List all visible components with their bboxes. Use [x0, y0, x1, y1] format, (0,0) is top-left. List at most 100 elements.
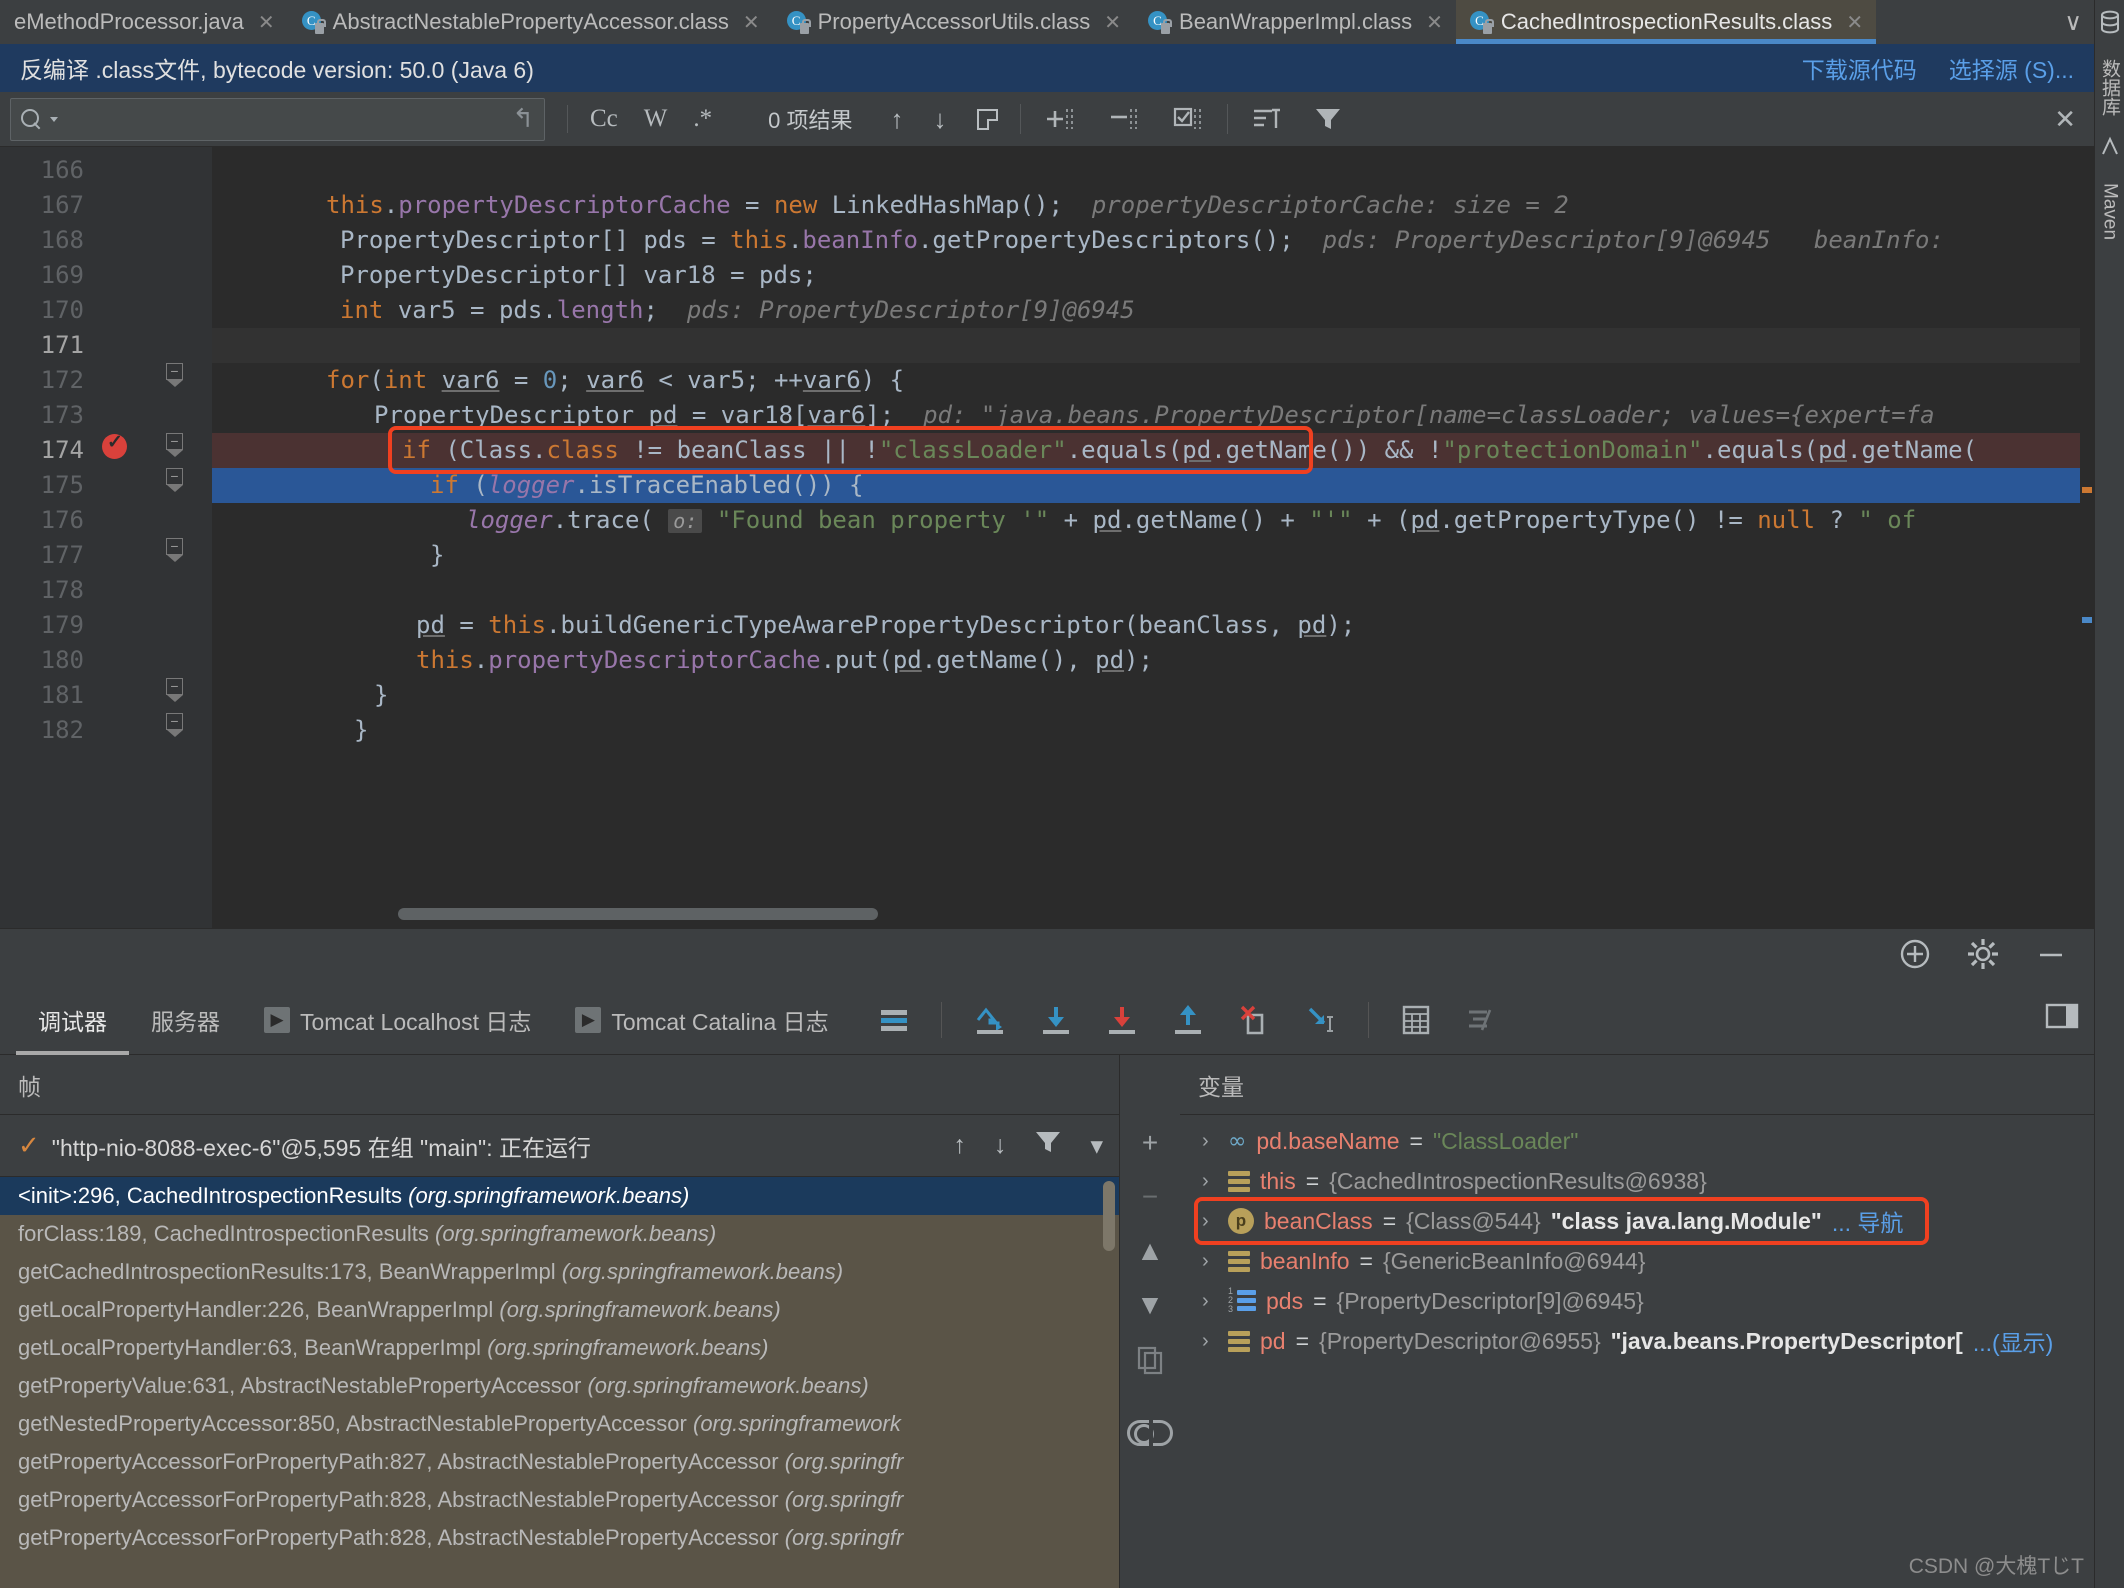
force-step-into-icon[interactable]	[1104, 1003, 1140, 1037]
whole-words-toggle[interactable]: W	[644, 105, 668, 133]
find-next-icon[interactable]: ↓	[934, 104, 947, 135]
sidebar-item-database[interactable]: 数据库	[2096, 59, 2123, 116]
step-over-icon[interactable]	[972, 1003, 1008, 1037]
move-down-icon[interactable]: ▼	[1136, 1291, 1164, 1319]
preserve-case-icon[interactable]	[1250, 104, 1282, 134]
variable-row-pd[interactable]: › pd = {PropertyDescriptor@6955} "java.b…	[1180, 1321, 2094, 1361]
frame-row[interactable]: <init>:296, CachedIntrospectionResults (…	[0, 1177, 1119, 1215]
copy-icon[interactable]	[1136, 1345, 1164, 1380]
database-tool-icon[interactable]	[2099, 10, 2121, 39]
remove-selection-icon[interactable]	[1107, 103, 1141, 135]
download-sources-link[interactable]: 下载源代码	[1802, 51, 1917, 85]
show-execution-point-icon[interactable]	[877, 1005, 911, 1035]
step-out-icon[interactable]	[1170, 1003, 1206, 1037]
chevron-right-icon[interactable]: ›	[1202, 1210, 1218, 1233]
show-value-link[interactable]: ...(显示)	[1973, 1324, 2054, 1358]
variable-row-pd-baseName[interactable]: › ∞ pd.baseName = "ClassLoader"	[1180, 1121, 2094, 1161]
regex-toggle[interactable]: .*	[693, 105, 712, 133]
frame-row[interactable]: getCachedIntrospectionResults:173, BeanW…	[0, 1253, 1119, 1291]
down-arrow-icon[interactable]: ↓	[994, 1131, 1007, 1160]
variable-row-this[interactable]: › this = {CachedIntrospectionResults@693…	[1180, 1161, 2094, 1201]
evaluate-expression-icon[interactable]	[1399, 1003, 1433, 1037]
sidebar-item-maven[interactable]: Maven	[2099, 183, 2121, 240]
run-to-cursor-icon[interactable]	[1302, 1003, 1338, 1037]
editor-tab-0[interactable]: eMethodProcessor.java ✕	[0, 0, 288, 44]
select-all-occurrences-icon[interactable]	[976, 108, 998, 130]
navigate-link[interactable]: ... 导航	[1832, 1204, 1904, 1238]
remove-icon[interactable]: −	[1142, 1183, 1158, 1211]
close-icon[interactable]: ✕	[258, 10, 275, 35]
add-to-watches-icon[interactable]	[1898, 937, 1932, 978]
add-icon[interactable]: +	[1142, 1129, 1158, 1157]
tab-debugger[interactable]: 调试器	[16, 985, 129, 1055]
editor-tab-1[interactable]: C AbstractNestablePropertyAccessor.class…	[287, 0, 773, 44]
editor-marker-strip[interactable]	[2080, 147, 2094, 928]
search-input[interactable]	[66, 107, 505, 131]
minimize-icon[interactable]	[2034, 937, 2068, 978]
close-icon[interactable]: ✕	[1104, 10, 1121, 35]
find-prev-icon[interactable]: ↑	[891, 104, 904, 135]
frame-row[interactable]: getLocalPropertyHandler:63, BeanWrapperI…	[0, 1329, 1119, 1367]
chevron-right-icon[interactable]: ›	[1202, 1170, 1218, 1193]
chevron-down-icon[interactable]	[50, 116, 58, 122]
search-field-wrapper[interactable]: ↰	[10, 97, 545, 141]
select-all-matches-icon[interactable]	[1171, 103, 1205, 135]
fold-toggle-icon[interactable]: −	[166, 713, 183, 737]
fold-toggle-icon[interactable]: −	[166, 363, 183, 387]
scrollbar-thumb[interactable]	[398, 908, 878, 920]
frame-row[interactable]: getPropertyAccessorForPropertyPath:827, …	[0, 1443, 1119, 1481]
variable-row-beanInfo[interactable]: › beanInfo = {GenericBeanInfo@6944}	[1180, 1241, 2094, 1281]
frame-row[interactable]: getPropertyValue:631, AbstractNestablePr…	[0, 1367, 1119, 1405]
horizontal-scrollbar[interactable]	[308, 908, 2094, 920]
filter-icon[interactable]	[1312, 104, 1344, 134]
choose-sources-link[interactable]: 选择源 (S)...	[1949, 51, 2074, 85]
close-icon[interactable]: ✕	[743, 10, 760, 35]
mute-breakpoints-icon[interactable]	[1463, 1003, 1497, 1037]
close-icon[interactable]: ✕	[1426, 10, 1443, 35]
find-close-button[interactable]: ✕	[2054, 104, 2094, 135]
chevron-right-icon[interactable]: ›	[1202, 1250, 1218, 1273]
variable-row-pds[interactable]: › 123 pds = {PropertyDescriptor[9]@6945}	[1180, 1281, 2094, 1321]
frame-row[interactable]: forClass:189, CachedIntrospectionResults…	[0, 1215, 1119, 1253]
fold-toggle-icon[interactable]: −	[166, 678, 183, 702]
frame-row[interactable]: getNestedPropertyAccessor:850, AbstractN…	[0, 1405, 1119, 1443]
chevron-right-icon[interactable]: ›	[1202, 1290, 1218, 1313]
variables-list[interactable]: › ∞ pd.baseName = "ClassLoader" › this =…	[1180, 1115, 2094, 1588]
chevron-right-icon[interactable]: ›	[1202, 1330, 1218, 1353]
breakpoint-gutter[interactable]	[96, 147, 156, 928]
variable-row-beanClass[interactable]: › p beanClass = {Class@544} "class java.…	[1180, 1201, 2094, 1241]
error-stripe-marker[interactable]	[2082, 617, 2092, 623]
inspect-glasses-icon[interactable]	[1127, 1420, 1173, 1446]
maven-tool-icon[interactable]	[2099, 136, 2121, 163]
chevron-right-icon[interactable]: ›	[1202, 1130, 1218, 1153]
tab-tomcat-localhost-log[interactable]: ▶ Tomcat Localhost 日志	[242, 985, 553, 1055]
tab-overflow-button[interactable]: ∨	[2052, 0, 2094, 44]
fold-toggle-icon[interactable]: −	[166, 538, 183, 562]
up-arrow-icon[interactable]: ↑	[953, 1131, 966, 1160]
move-up-icon[interactable]: ▲	[1136, 1237, 1164, 1265]
tab-tomcat-catalina-log[interactable]: ▶ Tomcat Catalina 日志	[553, 985, 850, 1055]
editor-tab-4-active[interactable]: C CachedIntrospectionResults.class ✕	[1455, 0, 1877, 44]
breakpoint-marker[interactable]	[102, 431, 127, 459]
tab-server[interactable]: 服务器	[129, 985, 242, 1055]
frame-row[interactable]: getLocalPropertyHandler:226, BeanWrapper…	[0, 1291, 1119, 1329]
code-text-area[interactable]: this.propertyDescriptorCache = new Linke…	[212, 147, 2094, 928]
gear-icon[interactable]	[1966, 937, 2000, 978]
code-editor[interactable]: 166 167 168 169 170 171 172 173 174 175 …	[0, 147, 2094, 928]
thread-selector[interactable]: ✓ "http-nio-8088-exec-6"@5,595 在组 "main"…	[0, 1115, 1119, 1177]
match-case-toggle[interactable]: Cc	[590, 105, 618, 133]
frames-list[interactable]: <init>:296, CachedIntrospectionResults (…	[0, 1177, 1119, 1588]
chevron-down-icon[interactable]: ▾	[1090, 1131, 1103, 1161]
filter-icon[interactable]	[1034, 1129, 1062, 1162]
frame-row[interactable]: getPropertyAccessorForPropertyPath:828, …	[0, 1481, 1119, 1519]
close-icon[interactable]: ✕	[1846, 10, 1863, 35]
add-selection-icon[interactable]	[1043, 103, 1077, 135]
error-stripe-marker[interactable]	[2082, 487, 2092, 493]
fold-toggle-icon[interactable]: −	[166, 468, 183, 492]
frames-scrollbar[interactable]	[1103, 1181, 1115, 1251]
drop-frame-icon[interactable]	[1236, 1003, 1272, 1037]
fold-toggle-icon[interactable]: −	[166, 433, 183, 457]
frame-row[interactable]: getPropertyAccessorForPropertyPath:828, …	[0, 1519, 1119, 1557]
editor-tab-3[interactable]: C BeanWrapperImpl.class ✕	[1134, 0, 1456, 44]
step-into-icon[interactable]	[1038, 1003, 1074, 1037]
